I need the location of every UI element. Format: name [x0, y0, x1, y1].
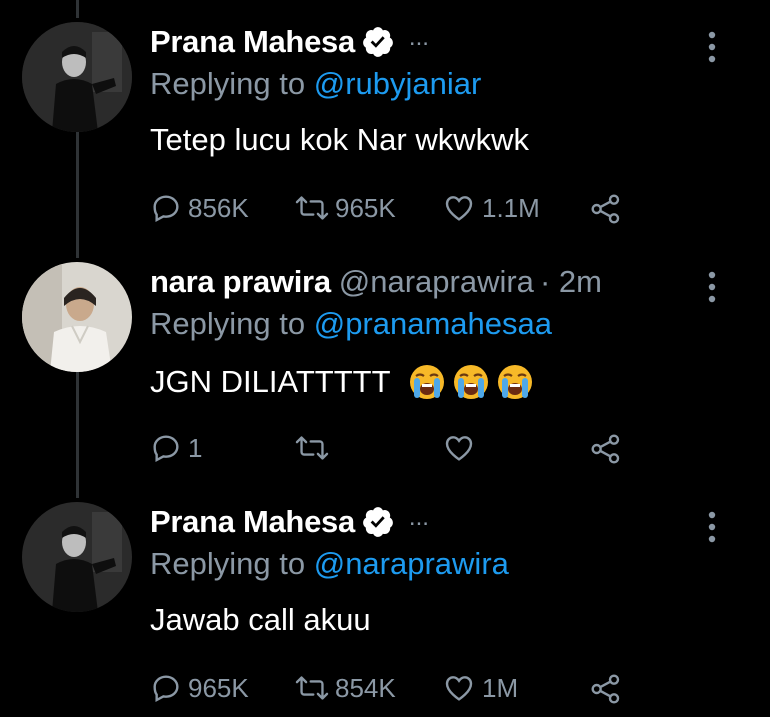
replying-prefix: Replying to: [150, 306, 314, 341]
reply-icon: [153, 675, 179, 703]
like-button[interactable]: 1M: [442, 672, 518, 704]
tweet-header: Prana Mahesa ...: [150, 502, 429, 542]
tweet-text-body: Tetep lucu kok Nar wkwkwk: [150, 122, 530, 157]
share-icon: [591, 194, 620, 224]
timestamp: · 2m: [539, 264, 602, 299]
tweet-text: Tetep lucu kok Nar wkwkwk: [150, 122, 529, 158]
retweet-count: 965K: [335, 192, 396, 223]
reply-button[interactable]: 965K: [150, 672, 249, 704]
loudly-crying-face-icon: [409, 365, 444, 399]
replying-prefix: Replying to: [150, 66, 314, 101]
display-name[interactable]: nara prawira: [150, 264, 331, 300]
tweet-header: Prana Mahesa ...: [150, 22, 429, 62]
tweet[interactable]: nara prawira @naraprawira · 2m Replying …: [0, 262, 770, 482]
replying-to: Replying to @naraprawira: [150, 546, 509, 582]
reply-button[interactable]: 1: [150, 432, 202, 464]
tweet-text: JGN DILIATTTTT: [150, 362, 535, 402]
reply-count: 965K: [188, 672, 249, 703]
retweet-button[interactable]: 854K: [295, 672, 396, 704]
like-count: 1M: [482, 672, 519, 703]
more-options-icon[interactable]: [702, 510, 722, 544]
heart-icon: [445, 436, 473, 461]
action-bar: 856K 965K 1.1M: [150, 192, 630, 232]
like-button[interactable]: [442, 432, 482, 464]
handle[interactable]: @naraprawira: [339, 264, 534, 300]
mention-link[interactable]: @pranamahesaa: [314, 306, 552, 341]
like-count: 1.1M: [482, 192, 540, 223]
verified-badge-icon: [363, 507, 393, 537]
ellipsis: ...: [408, 504, 429, 531]
share-icon: [591, 674, 620, 704]
tweet-text-body: Jawab call akuu: [150, 602, 371, 637]
retweet-button[interactable]: [295, 432, 335, 464]
share-icon: [591, 434, 620, 464]
action-bar: 965K 854K 1M: [150, 672, 630, 712]
ellipsis: ...: [408, 24, 429, 51]
tweet-text-body: JGN DILIATTTTT: [150, 364, 391, 399]
like-button[interactable]: 1.1M: [442, 192, 540, 224]
share-button[interactable]: [590, 672, 622, 706]
mention-link[interactable]: @rubyjaniar: [314, 66, 482, 101]
avatar[interactable]: [22, 502, 132, 612]
tweet[interactable]: Prana Mahesa ... Replying to @rubyjaniar…: [0, 22, 770, 242]
reply-icon: [153, 435, 179, 463]
share-button[interactable]: [590, 432, 622, 466]
more-options-icon[interactable]: [702, 30, 722, 64]
reply-count: 856K: [188, 192, 249, 223]
reply-count: 1: [188, 432, 203, 463]
loudly-crying-face-icon: [453, 365, 488, 399]
display-name[interactable]: Prana Mahesa: [150, 504, 355, 540]
tweet-header: nara prawira @naraprawira · 2m: [150, 262, 602, 302]
action-bar: 1: [150, 432, 630, 472]
loudly-crying-face-icon: [497, 365, 532, 399]
reply-button[interactable]: 856K: [150, 192, 249, 224]
retweet-button[interactable]: 965K: [295, 192, 396, 224]
reply-icon: [153, 195, 179, 223]
heart-icon: [445, 196, 473, 221]
tweet[interactable]: Prana Mahesa ... Replying to @naraprawir…: [0, 502, 770, 717]
replying-to: Replying to @pranamahesaa: [150, 306, 552, 342]
more-options-icon[interactable]: [702, 270, 722, 304]
heart-icon: [445, 676, 473, 701]
retweet-count: 854K: [335, 672, 396, 703]
retweet-icon: [295, 676, 329, 700]
retweet-icon: [295, 196, 329, 220]
retweet-icon: [295, 436, 329, 460]
display-name[interactable]: Prana Mahesa: [150, 24, 355, 60]
share-button[interactable]: [590, 192, 622, 226]
tweet-text: Jawab call akuu: [150, 602, 371, 638]
thread-line: [76, 0, 79, 18]
replying-to: Replying to @rubyjaniar: [150, 66, 481, 102]
mention-link[interactable]: @naraprawira: [314, 546, 509, 581]
avatar[interactable]: [22, 262, 132, 372]
replying-prefix: Replying to: [150, 546, 314, 581]
avatar[interactable]: [22, 22, 132, 132]
verified-badge-icon: [363, 27, 393, 57]
